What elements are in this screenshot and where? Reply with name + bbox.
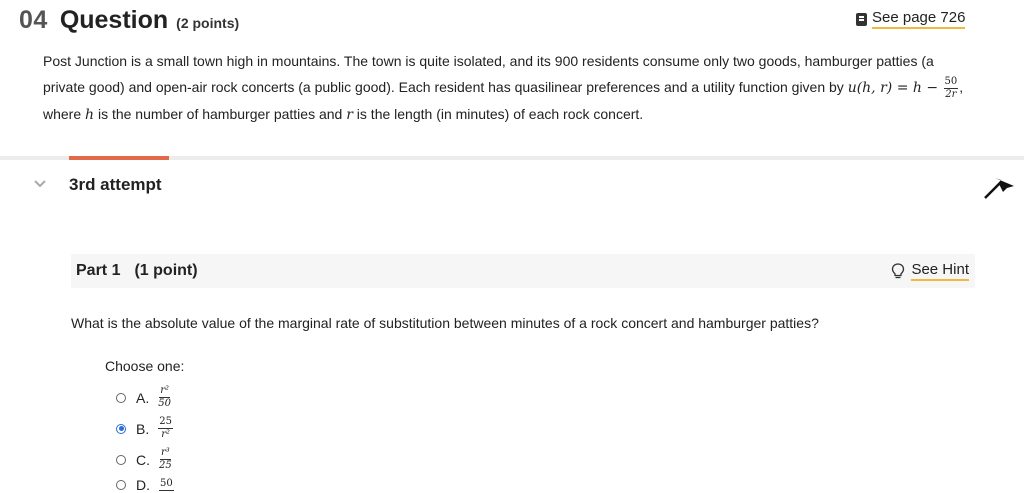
choose-one-label: Choose one: <box>105 358 185 374</box>
option-fraction: 25 r² <box>158 417 173 440</box>
fraction-numerator: 50 <box>159 477 174 491</box>
divider-accent <box>69 156 169 160</box>
option-letter: A. <box>136 389 150 406</box>
chevron-down-icon[interactable] <box>33 178 47 190</box>
question-header: 04 Question (2 points) <box>19 6 239 35</box>
lightbulb-icon <box>892 263 905 279</box>
book-icon <box>856 12 867 26</box>
question-points: (2 points) <box>176 15 240 31</box>
option-b[interactable]: B. 25 r² <box>116 417 174 440</box>
option-letter: C. <box>136 451 150 468</box>
see-hint-label: See Hint <box>911 261 969 281</box>
attempt-title[interactable]: 3rd attempt <box>69 175 162 195</box>
fraction-denominator: r² <box>161 429 170 440</box>
see-page-link[interactable]: See page 726 <box>856 9 966 29</box>
option-letter: B. <box>136 420 150 437</box>
fraction-numerator: 50 <box>943 75 959 89</box>
fraction-denominator: 50 <box>158 398 171 409</box>
radio-button-selected[interactable] <box>116 423 126 434</box>
prompt-comma: , <box>959 79 964 95</box>
part-number: Part 1 <box>76 262 121 279</box>
prompt-text: is the number of hamburger patties and <box>94 106 347 122</box>
option-fraction: r² 50 <box>158 386 171 409</box>
question-title: Question <box>59 6 169 34</box>
part-points: (1 point) <box>134 262 198 279</box>
fraction-numerator: 25 <box>158 416 173 429</box>
question-number: 04 <box>19 6 48 34</box>
utility-fraction: 50 2r <box>943 75 959 100</box>
see-hint-button[interactable]: See Hint <box>891 261 969 281</box>
prompt-text: is the length (in minutes) of each rock … <box>352 106 644 122</box>
mouse-cursor-icon <box>984 178 1014 199</box>
option-c[interactable]: C. r³ 25 <box>116 448 173 471</box>
question-prompt: Post Junction is a small town high in mo… <box>43 48 973 128</box>
part-label: Part 1 (1 point) <box>76 262 198 280</box>
fraction-numerator: r² <box>159 385 170 398</box>
radio-button[interactable] <box>116 480 126 490</box>
option-fraction: r³ 25 <box>159 448 172 471</box>
radio-button[interactable] <box>116 392 126 403</box>
variable-h: h <box>85 107 95 123</box>
fraction-denominator: 2r <box>945 88 957 100</box>
part-header: Part 1 (1 point) See Hint <box>71 254 975 288</box>
option-fraction: 50 <box>159 477 174 492</box>
fraction-denominator: 25 <box>159 460 172 471</box>
prompt-text: where <box>43 106 86 122</box>
option-a[interactable]: A. r² 50 <box>116 386 172 409</box>
part-question: What is the absolute value of the margin… <box>71 315 819 331</box>
utility-function: u(h, r) = h − <box>847 80 943 96</box>
prompt-text: Post Junction is a small town high in mo… <box>43 53 934 95</box>
radio-button[interactable] <box>116 454 126 465</box>
variable-r: r <box>346 107 353 123</box>
see-page-label: See page 726 <box>872 9 966 29</box>
fraction-numerator: r³ <box>159 447 171 460</box>
